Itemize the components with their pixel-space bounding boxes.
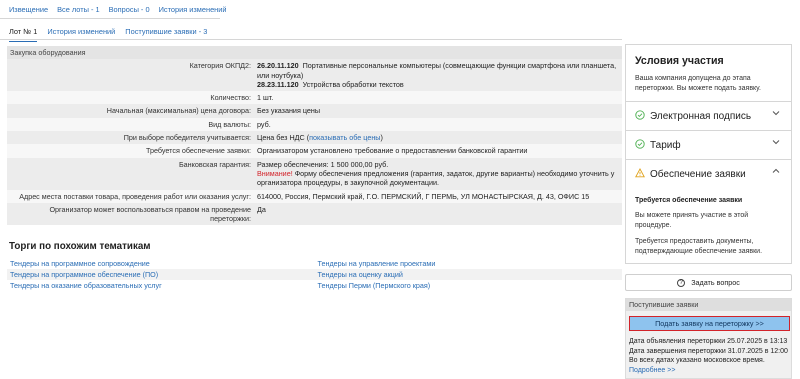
table-row: Начальная (максимальная) цена договора: …	[7, 104, 622, 118]
ask-question-button[interactable]: ? Задать вопрос	[625, 274, 792, 291]
panel-description: Ваша компания допущена до этапа переторж…	[635, 75, 761, 92]
row-label: При выборе победителя учитывается:	[123, 133, 251, 143]
list-item: Тендеры на оказание образовательных услу…	[7, 280, 622, 291]
table-row: Вид валюты: руб.	[7, 117, 622, 132]
accordion-digital-signature[interactable]: Электронная подпись	[626, 101, 791, 130]
list-item: Тендеры на программное сопровождение Тен…	[7, 258, 622, 269]
row-label: Требуется обеспечение заявки:	[146, 146, 251, 156]
similar-link[interactable]: Тендеры на оценку акций	[315, 269, 623, 280]
okpd2-text: Устройства обработки текстов	[302, 79, 404, 89]
nav-notice[interactable]: Извещение	[9, 5, 48, 14]
table-row: Количество: 1 шт.	[7, 91, 622, 105]
similar-link[interactable]: Тендеры на управление проектами	[315, 258, 623, 269]
similar-title: Торги по похожим тематикам	[9, 241, 151, 252]
divider	[0, 18, 220, 19]
question-icon: ?	[677, 278, 686, 287]
warning-triangle-icon	[635, 167, 645, 181]
submit-rebid-button[interactable]: Подать заявку на переторжку >>	[629, 316, 790, 331]
row-value: Да	[257, 204, 266, 214]
price-mode: Цена без НДС (	[257, 133, 310, 143]
nav-questions[interactable]: Вопросы - 0	[109, 5, 150, 14]
row-value: 614000, Россия, Пермский край, Г.О. ПЕРМ…	[257, 191, 590, 201]
okpd2-code: 28.23.11.120	[257, 79, 299, 89]
row-label: Адрес места поставки товара, проведения …	[19, 191, 251, 201]
accordion-label: Электронная подпись	[650, 110, 752, 122]
okpd2-codes: 26.20.11.120 Портативные персональные ко…	[254, 59, 622, 91]
table-row: Банковская гарантия: Размер обеспечения:…	[7, 157, 622, 190]
conditions-panel: Условия участия Ваша компания допущена д…	[625, 44, 792, 264]
more-link[interactable]: Подробнее >>	[629, 366, 788, 376]
table-row: Категория ОКПД2: 26.20.11.120 Портативны…	[7, 59, 622, 92]
row-label: Банковская гарантия:	[178, 159, 251, 169]
okpd2-text: Портативные персональные компьютеры (сов…	[257, 61, 617, 80]
chevron-up-icon	[772, 167, 780, 177]
similar-link[interactable]: Тендеры Перми (Пермского края)	[315, 280, 623, 291]
timezone-note: Во всех датах указано московское время.	[629, 357, 765, 364]
security-heading: Требуется обеспечение заявки	[635, 197, 743, 204]
check-circle-icon	[635, 138, 645, 152]
bank-guarantee-value: Размер обеспечения: 1 500 000,00 руб. Вн…	[254, 158, 622, 190]
row-value: 1 шт.	[257, 93, 274, 103]
row-label: Вид валюты:	[208, 119, 251, 129]
okpd2-item: 26.20.11.120 Портативные персональные ко…	[257, 61, 619, 80]
panel-title: Условия участия	[635, 55, 724, 67]
ask-question-label: Задать вопрос	[691, 278, 740, 287]
table-row: Организатор может воспользоваться правом…	[7, 202, 622, 226]
okpd2-item: 28.23.11.120 Устройства обработки тексто…	[257, 80, 619, 89]
row-label: Категория ОКПД2:	[189, 61, 251, 71]
bids-info: Дата объявления переторжки 25.07.2025 в …	[629, 337, 788, 375]
accordion-tariff[interactable]: Тариф	[626, 130, 791, 159]
accordion-label: Обеспечение заявки	[650, 168, 746, 180]
table-row: Адрес места поставки товара, проведения …	[7, 189, 622, 203]
announce-date: Дата объявления переторжки 25.07.2025 в …	[629, 338, 788, 345]
similar-link[interactable]: Тендеры на оказание образовательных услу…	[7, 280, 315, 291]
similar-link[interactable]: Тендеры на программное обеспечение (ПО)	[7, 269, 315, 280]
row-value: Без указания цены	[257, 106, 320, 116]
security-text: Требуется предоставить документы, подтве…	[635, 238, 763, 255]
chevron-down-icon	[772, 109, 780, 119]
list-item: Тендеры на программное обеспечение (ПО) …	[7, 269, 622, 280]
security-text: Вы можете принять участие в этой процеду…	[635, 212, 749, 229]
chevron-down-icon	[772, 138, 780, 148]
similar-links: Тендеры на программное сопровождение Тен…	[7, 258, 622, 291]
table-row: При выборе победителя учитывается: Цена …	[7, 131, 622, 145]
row-value: Цена без НДС (показывать обе цены)	[254, 131, 622, 144]
accordion-bid-security[interactable]: Обеспечение заявки	[626, 159, 791, 188]
top-nav: Извещение Все лоты - 1 Вопросы - 0 Истор…	[9, 5, 236, 14]
paren-close: )	[380, 133, 383, 143]
end-date: Дата завершения переторжки 31.07.2025 в …	[629, 347, 788, 355]
nav-all-lots[interactable]: Все лоты - 1	[57, 5, 100, 14]
row-value: руб.	[257, 119, 271, 129]
accordion-label: Тариф	[650, 139, 681, 151]
guarantee-amount: Размер обеспечения: 1 500 000,00 руб.	[257, 159, 389, 169]
warning-text: Форму обеспечения предложения (гарантия,…	[257, 168, 615, 188]
divider	[0, 39, 622, 40]
warning-word: Внимание!	[257, 168, 293, 178]
row-label: Начальная (максимальная) цена договора:	[106, 106, 251, 116]
row-value: Организатором установлено требование о п…	[257, 146, 528, 156]
row-label: Количество:	[210, 93, 251, 103]
received-bids-panel: Поступившие заявки Подать заявку на пере…	[625, 298, 792, 379]
procurement-header: Закупка оборудования	[7, 46, 622, 60]
okpd2-code: 26.20.11.120	[257, 61, 299, 71]
nav-history[interactable]: История изменений	[159, 5, 227, 14]
procurement-table: Закупка оборудования Категория ОКПД2: 26…	[7, 46, 622, 226]
bids-header: Поступившие заявки	[626, 299, 791, 311]
guarantee-warning: Внимание! Форму обеспечения предложения …	[257, 169, 619, 188]
show-both-prices-link[interactable]: показывать обе цены	[309, 133, 380, 142]
table-row: Требуется обеспечение заявки: Организато…	[7, 144, 622, 158]
row-label: Организатор может воспользоваться правом…	[49, 204, 251, 224]
similar-link[interactable]: Тендеры на программное сопровождение	[7, 258, 315, 269]
check-circle-icon	[635, 109, 645, 123]
